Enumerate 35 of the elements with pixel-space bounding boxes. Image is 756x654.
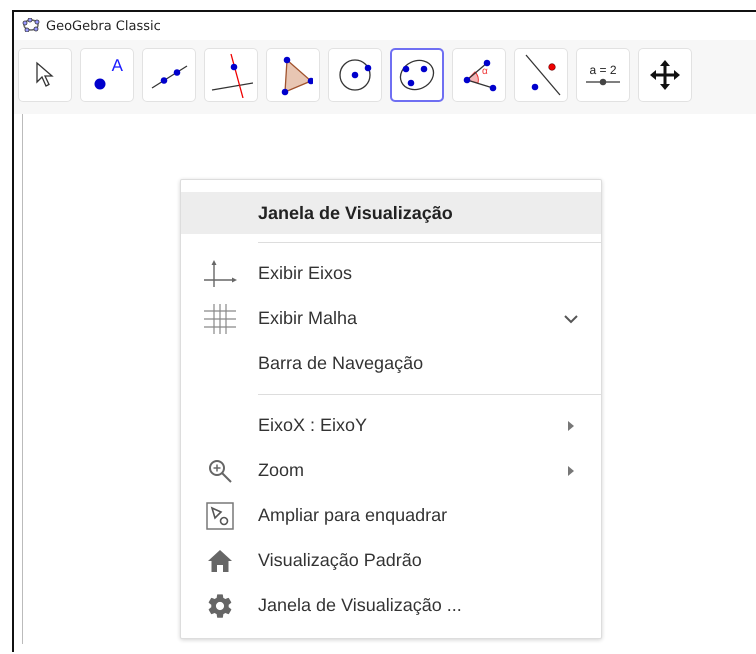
angle-tool-button[interactable]: α — [452, 48, 506, 102]
grid-icon — [202, 302, 236, 334]
conic-tool-button[interactable] — [390, 48, 444, 102]
axes-icon — [202, 260, 236, 288]
window-title: GeoGebra Classic — [46, 18, 161, 34]
menu-title: Janela de Visualização — [181, 192, 601, 234]
menu-item-label: Exibir Malha — [258, 308, 358, 329]
circle-tool-button[interactable] — [328, 48, 382, 102]
menu-item-label: Ampliar para enquadrar — [258, 505, 448, 526]
point-label: A — [112, 57, 123, 74]
move-arrows-icon — [648, 58, 682, 92]
slider-label: a = 2 — [589, 64, 617, 76]
reflect-tool-button[interactable] — [514, 48, 568, 102]
point-icon — [93, 77, 107, 91]
menu-item-label: EixoX : EixoY — [258, 415, 368, 436]
perpendicular-line-icon — [209, 52, 253, 98]
menu-item-label: Barra de Navegação — [258, 353, 424, 374]
home-icon — [206, 548, 232, 572]
zoom-in-icon — [206, 458, 232, 484]
menu-item-label: Visualização Padrão — [258, 550, 423, 571]
line-tool-button[interactable] — [142, 48, 196, 102]
polygon-tool-button[interactable] — [266, 48, 320, 102]
slider-icon — [585, 78, 621, 86]
move-tool-button[interactable] — [18, 48, 72, 102]
angle-label: α — [482, 67, 488, 77]
menu-item-label: Zoom — [258, 460, 306, 481]
app-logo-icon — [22, 18, 40, 32]
perpendicular-tool-button[interactable] — [204, 48, 258, 102]
slider-tool-button[interactable]: a = 2 — [576, 48, 630, 102]
point-tool-button[interactable]: A — [80, 48, 134, 102]
menu-item-label: Janela de Visualização ... — [258, 595, 463, 616]
menu-item-label: Exibir Eixos — [258, 263, 354, 284]
move-view-tool-button[interactable] — [638, 48, 692, 102]
zoom-to-fit-icon — [206, 502, 234, 530]
settings-icon — [206, 592, 234, 620]
